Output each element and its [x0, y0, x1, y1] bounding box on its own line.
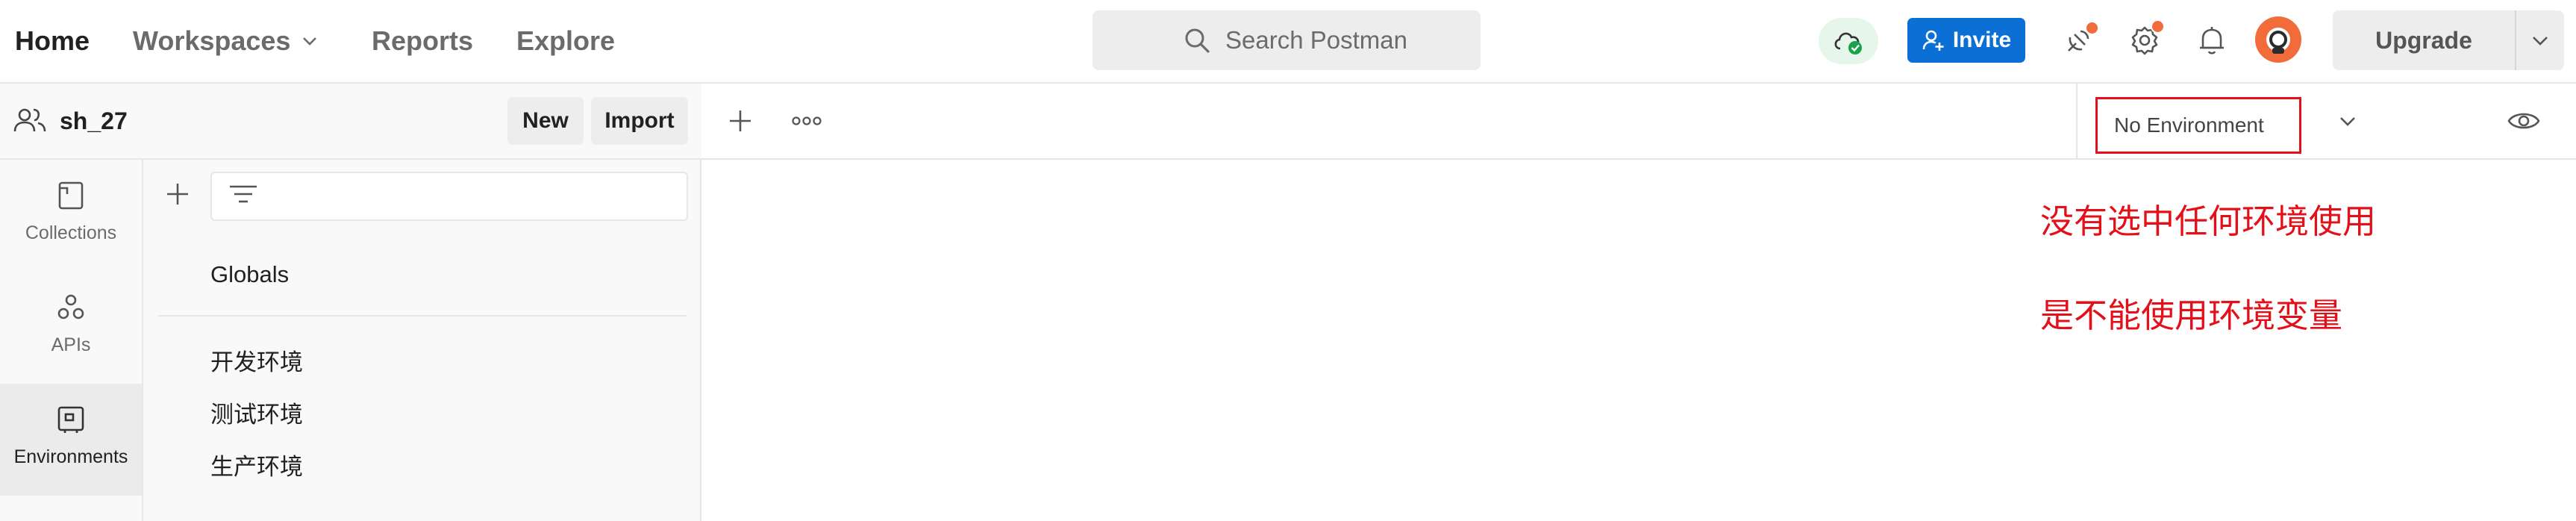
collections-icon: [54, 179, 87, 212]
environment-select-value: No Environment: [2114, 113, 2264, 137]
upgrade-button-group: Upgrade: [2333, 10, 2564, 70]
add-environment-button[interactable]: [161, 178, 194, 210]
nav-explore-label: Explore: [516, 25, 616, 56]
bell-icon: [2197, 24, 2227, 57]
sidebar-rail: Collections APIs Environments: [0, 160, 143, 521]
sync-status-button[interactable]: [1819, 18, 1878, 64]
add-user-icon: [1922, 28, 1945, 52]
sidebar-item-environments[interactable]: Environments: [0, 384, 142, 496]
sidebar-item-label: Environments: [13, 446, 128, 467]
avatar[interactable]: [2255, 16, 2301, 63]
sidebar-item-apis[interactable]: APIs: [0, 272, 142, 384]
import-label: Import: [604, 108, 675, 133]
nav-reports-label: Reports: [372, 25, 474, 56]
plus-icon: [730, 110, 751, 131]
sidebar-item-collections[interactable]: Collections: [0, 160, 142, 272]
invite-label: Invite: [1952, 28, 2012, 52]
nav-explore[interactable]: Explore: [516, 22, 615, 60]
chevron-down-icon: [2340, 117, 2355, 126]
nav-workspaces[interactable]: Workspaces: [133, 22, 319, 60]
more-horizontal-icon: [792, 116, 822, 125]
import-button[interactable]: Import: [591, 97, 688, 145]
sidebar-item-label: Collections: [25, 222, 117, 243]
settings-button[interactable]: [2122, 18, 2167, 63]
environment-quick-look-button[interactable]: [2400, 102, 2558, 140]
environment-selector-area: No Environment: [2076, 84, 2576, 158]
new-button[interactable]: New: [507, 97, 584, 145]
plus-icon: [167, 184, 188, 205]
notification-dot: [2085, 21, 2099, 35]
notification-dot: [2151, 19, 2165, 34]
nav-reports[interactable]: Reports: [372, 22, 473, 60]
eye-icon: [2507, 113, 2540, 129]
filter-icon[interactable]: [228, 182, 258, 209]
environment-item[interactable]: 测试环境: [210, 396, 303, 429]
upgrade-menu-button[interactable]: [2516, 10, 2564, 70]
annotation-text: 没有选中任何环境使用: [2040, 202, 2377, 241]
team-icon: [13, 106, 46, 136]
apis-icon: [54, 291, 87, 324]
globals-item[interactable]: Globals: [210, 261, 289, 288]
sidebar-item-label: APIs: [51, 334, 91, 355]
tab-bar: No Environment: [701, 84, 2576, 160]
cloud-sync-icon: [1831, 26, 1866, 56]
new-tab-button[interactable]: [724, 104, 757, 137]
nav-workspaces-label: Workspaces: [133, 25, 291, 56]
environment-select[interactable]: No Environment: [2095, 97, 2301, 154]
nav-home[interactable]: Home: [15, 22, 90, 60]
nav-home-label: Home: [15, 25, 90, 56]
workspace-name: sh_27: [60, 107, 128, 134]
environments-icon: [54, 403, 87, 436]
environment-dropdown-button[interactable]: [2331, 104, 2364, 137]
chevron-down-icon: [301, 32, 319, 50]
annotation-text: 是不能使用环境变量: [2040, 296, 2343, 335]
invite-button[interactable]: Invite: [1907, 18, 2025, 63]
environment-item[interactable]: 开发环境: [210, 343, 303, 377]
astronaut-icon: [2260, 21, 2297, 58]
search-placeholder: Search Postman: [1225, 26, 1407, 54]
search-bar[interactable]: Search Postman: [1092, 10, 1481, 70]
environments-panel: Globals 开发环境 测试环境 生产环境: [143, 160, 701, 521]
new-label: New: [522, 108, 569, 133]
search-icon: [1182, 25, 1212, 55]
workspace-header: sh_27 New Import: [0, 84, 701, 160]
environment-item[interactable]: 生产环境: [210, 448, 303, 481]
notifications-button[interactable]: [2189, 18, 2234, 63]
list-divider: [158, 315, 687, 316]
upgrade-button[interactable]: Upgrade: [2333, 10, 2515, 70]
top-bar: Home Workspaces Reports Explore Search P…: [0, 0, 2576, 84]
more-options-button[interactable]: [788, 104, 825, 137]
upgrade-label: Upgrade: [2375, 26, 2472, 54]
chevron-down-icon: [2530, 30, 2551, 51]
capture-requests-button[interactable]: [2057, 18, 2101, 63]
filter-input[interactable]: [210, 172, 688, 221]
